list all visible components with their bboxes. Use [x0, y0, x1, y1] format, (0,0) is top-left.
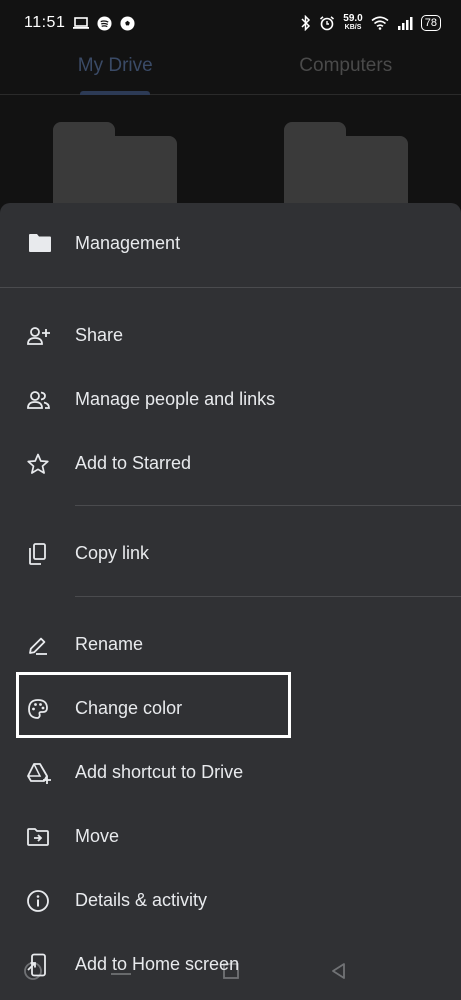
people-icon	[26, 388, 50, 412]
speed-value: 59.0	[343, 13, 363, 24]
menu-item-copy-link[interactable]: Copy link	[0, 527, 461, 581]
menu-item-label: Rename	[75, 634, 144, 654]
move-folder-icon	[26, 825, 50, 849]
highlight-box	[16, 672, 291, 738]
menu-item-label: Details & activity	[75, 890, 208, 910]
menu-item-label: Manage people and links	[75, 389, 276, 409]
active-tab-indicator	[80, 91, 150, 95]
menu-item-label: Copy link	[75, 543, 150, 563]
divider	[75, 505, 461, 506]
menu-item-move[interactable]: Move	[0, 810, 461, 864]
sheet-title: Management	[75, 233, 181, 253]
menu-item-label: Add to Starred	[75, 453, 192, 473]
person-add-icon	[26, 324, 50, 348]
menu-item-details-activity[interactable]: Details & activity	[0, 874, 461, 928]
folder-thumbnail[interactable]	[284, 122, 408, 212]
star-icon	[26, 452, 50, 476]
menu-item-label: Add to Home screen	[75, 954, 240, 974]
laptop-icon	[73, 17, 90, 29]
tab-computers[interactable]: Computers	[231, 46, 461, 94]
menu-item-rename[interactable]: Rename	[0, 618, 461, 672]
menu-item-add-home-screen[interactable]: Add to Home screen	[0, 938, 461, 992]
menu-item-share[interactable]: Share	[0, 309, 461, 363]
soccer-ball-icon	[120, 15, 135, 31]
menu-item-add-to-starred[interactable]: Add to Starred	[0, 437, 461, 491]
alarm-icon	[320, 16, 335, 31]
menu-item-manage-people[interactable]: Manage people and links	[0, 373, 461, 427]
menu-item-label: Move	[75, 826, 120, 846]
sheet-header: Management	[0, 203, 461, 287]
home-screen-icon	[26, 953, 50, 977]
spotify-icon	[97, 15, 112, 31]
menu-item-label: Share	[75, 325, 124, 345]
pencil-icon	[26, 633, 50, 657]
tab-my-drive[interactable]: My Drive	[0, 46, 231, 94]
divider	[0, 287, 461, 288]
tab-bar: My Drive Computers	[0, 46, 461, 95]
divider	[75, 596, 461, 597]
folder-icon	[28, 233, 52, 258]
speed-unit: KB/S	[344, 24, 362, 31]
drive-shortcut-icon	[26, 761, 51, 785]
status-time: 11:51	[24, 14, 66, 31]
signal-icon	[397, 17, 413, 30]
wifi-icon	[371, 16, 389, 30]
battery-indicator: 78	[420, 15, 441, 31]
folder-thumbnail[interactable]	[53, 122, 177, 212]
bottom-sheet: Management Share Manage people and links	[0, 203, 461, 1000]
bluetooth-icon	[301, 15, 311, 31]
menu-item-label: Add shortcut to Drive	[75, 762, 244, 782]
status-bar: 11:51 59.0 KB/S 78	[0, 0, 461, 46]
info-icon	[26, 889, 50, 913]
copy-icon	[26, 542, 50, 566]
network-speed: 59.0 KB/S	[343, 14, 362, 32]
menu-item-add-shortcut[interactable]: Add shortcut to Drive	[0, 746, 461, 800]
